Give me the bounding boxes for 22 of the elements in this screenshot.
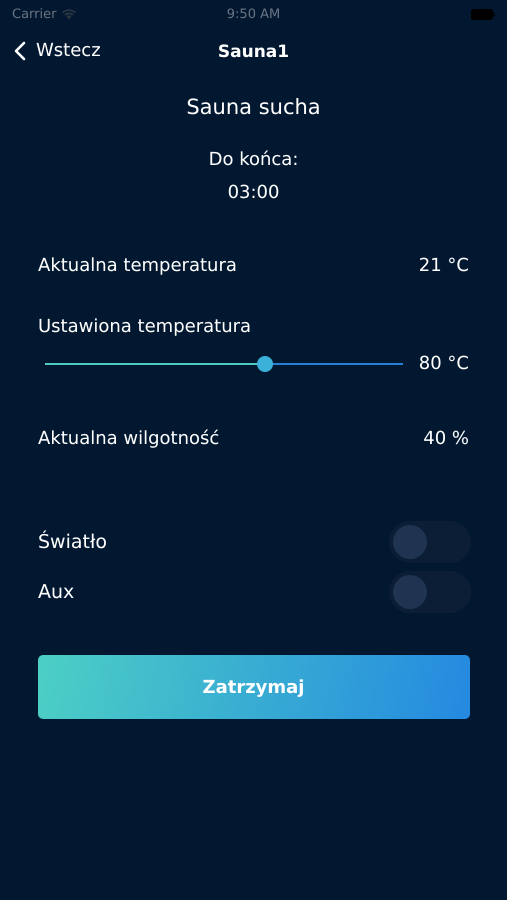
mode-title: Sauna sucha xyxy=(186,95,321,119)
timer-label: Do końca: xyxy=(208,149,298,170)
carrier-label: Carrier xyxy=(12,6,56,22)
wifi-icon xyxy=(61,8,78,20)
chevron-left-icon xyxy=(14,40,26,60)
humidity-label: Aktualna wilgotność xyxy=(38,428,220,449)
status-time: 9:50 AM xyxy=(226,6,280,22)
battery-icon xyxy=(471,8,495,20)
slider-thumb[interactable] xyxy=(256,356,273,372)
temperature-slider[interactable] xyxy=(45,356,403,372)
humidity-value: 40 % xyxy=(423,428,469,449)
set-temperature-label: Ustawiona temperatura xyxy=(38,316,252,337)
set-temperature-value: 80 °C xyxy=(418,353,469,374)
toggle-label: Światło xyxy=(38,531,107,553)
toggle-switch[interactable] xyxy=(389,571,471,613)
toggle-label: Aux xyxy=(38,581,74,603)
current-temperature-value: 21 °C xyxy=(418,255,469,276)
current-temperature-label: Aktualna temperatura xyxy=(38,255,237,276)
toggle-switch[interactable] xyxy=(389,521,471,563)
timer-value: 03:00 xyxy=(228,182,280,203)
back-button[interactable]: Wstecz xyxy=(14,40,101,61)
screen-title: Sauna1 xyxy=(218,42,290,62)
